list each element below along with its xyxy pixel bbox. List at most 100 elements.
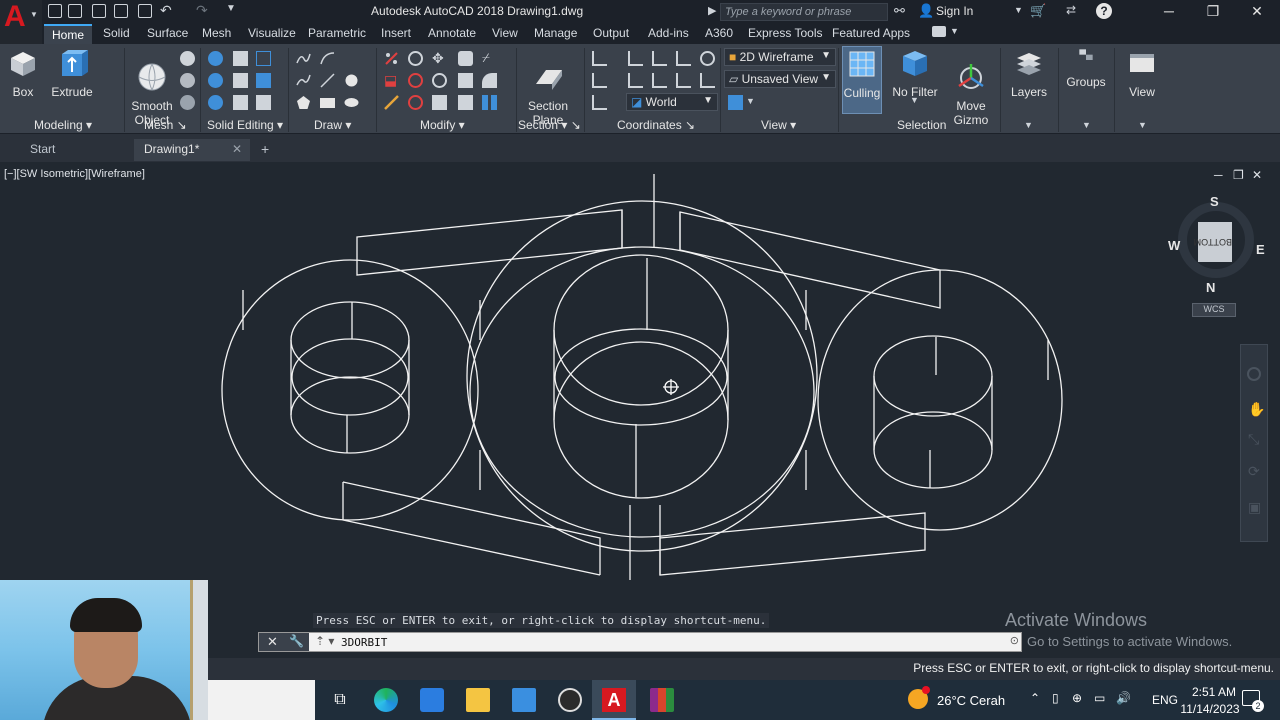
ucs-origin-icon[interactable]: [628, 51, 643, 66]
ucs-y-icon[interactable]: [652, 73, 667, 88]
close-button[interactable]: ✕: [1234, 0, 1280, 24]
tab-a360[interactable]: A360: [705, 24, 733, 44]
stretch-icon[interactable]: ⬓: [384, 73, 399, 88]
arc-icon[interactable]: [320, 51, 335, 66]
tab-manage[interactable]: Manage: [534, 24, 577, 44]
ucs-dropdown[interactable]: ◪ World ▼: [626, 93, 718, 111]
fillet-icon[interactable]: [384, 95, 399, 110]
cart-icon[interactable]: 🛒: [1030, 3, 1046, 19]
box-button[interactable]: Box: [6, 48, 40, 99]
intersect-icon[interactable]: [208, 95, 223, 110]
compass-south[interactable]: S: [1210, 194, 1219, 209]
move-gizmo-button[interactable]: Move Gizmo: [948, 48, 994, 141]
new-file-icon[interactable]: [48, 4, 62, 18]
search-expand-icon[interactable]: ▶: [708, 4, 716, 17]
panel-draw[interactable]: Draw ▾: [314, 118, 351, 134]
user-icon[interactable]: 👤: [918, 3, 934, 19]
erase-icon[interactable]: [458, 51, 473, 66]
ucs-named-icon[interactable]: [592, 95, 607, 110]
no-filter-button[interactable]: No Filter: [890, 48, 940, 99]
autocad-taskbar-button[interactable]: A: [592, 680, 636, 720]
command-customize-icon[interactable]: 🔧: [289, 634, 304, 648]
named-view-dropdown[interactable]: ▱ Unsaved View ▼: [724, 70, 836, 88]
taskbar-search-box[interactable]: [208, 680, 315, 720]
tab-featured-apps[interactable]: Featured Apps: [832, 24, 910, 44]
store-icon[interactable]: [420, 688, 444, 712]
maximize-button[interactable]: ❐: [1190, 0, 1236, 24]
layers-button[interactable]: Layers: [1008, 48, 1050, 99]
array-icon[interactable]: [432, 95, 447, 110]
chamfer-icon[interactable]: [482, 73, 497, 88]
offset-icon[interactable]: [408, 51, 423, 66]
undo-icon[interactable]: ↶: [160, 2, 172, 19]
command-input[interactable]: 3DORBIT: [341, 636, 387, 649]
tab-insert[interactable]: Insert: [381, 24, 411, 44]
save-as-icon[interactable]: [114, 4, 128, 18]
explode-icon[interactable]: [458, 95, 473, 110]
tab-solid[interactable]: Solid: [103, 24, 130, 44]
minimize-button[interactable]: ─: [1146, 0, 1192, 24]
view-button[interactable]: View: [1122, 48, 1162, 99]
command-scroll-icon[interactable]: ⊙: [1010, 634, 1019, 647]
tab-view[interactable]: View: [492, 24, 518, 44]
union-icon[interactable]: [208, 51, 223, 66]
imprint-icon[interactable]: [256, 73, 271, 88]
polyline-icon[interactable]: [296, 51, 311, 66]
ucs-world-icon[interactable]: [592, 73, 607, 88]
steering-wheel-icon[interactable]: [1247, 367, 1261, 381]
spline-icon[interactable]: [296, 73, 311, 88]
winrar-icon[interactable]: [650, 688, 674, 712]
save-icon[interactable]: [92, 4, 106, 18]
separate-icon[interactable]: [256, 95, 271, 110]
ucs-3point-icon[interactable]: [700, 73, 715, 88]
tab-annotate[interactable]: Annotate: [428, 24, 476, 44]
tab-drawing1[interactable]: Drawing1* ✕: [134, 139, 250, 161]
viewcube[interactable]: BOTTOM S W E N: [1168, 194, 1265, 295]
mesh-smooth-less-icon[interactable]: [180, 73, 195, 88]
mesh-refine-icon[interactable]: [180, 95, 195, 110]
edge-icon[interactable]: [374, 688, 398, 712]
showmotion-icon[interactable]: ▣: [1248, 499, 1261, 516]
new-tab-button[interactable]: +: [256, 139, 280, 161]
clock-date[interactable]: 11/14/2023: [1168, 702, 1252, 716]
panel-selection[interactable]: Selection: [897, 118, 946, 134]
exchange-icon[interactable]: ⇄: [1066, 3, 1076, 17]
clock-time[interactable]: 2:51 AM: [1178, 685, 1250, 699]
tab-mesh[interactable]: Mesh: [202, 24, 231, 44]
layers-arrow-icon[interactable]: ▼: [1024, 120, 1033, 130]
tray-chevron-icon[interactable]: ⌃: [1030, 691, 1040, 705]
viewport-config-icon[interactable]: [728, 95, 743, 110]
ellipse-icon[interactable]: [344, 95, 359, 110]
command-line[interactable]: ✕ 🔧 ⇡ ▾ 3DORBIT ⊙: [258, 632, 1022, 652]
sign-in-button[interactable]: Sign In: [936, 4, 973, 18]
pan-icon[interactable]: ✋: [1248, 401, 1265, 418]
help-icon[interactable]: ?: [1096, 3, 1112, 19]
culling-button[interactable]: Culling: [842, 46, 882, 114]
interfere-icon[interactable]: [233, 51, 248, 66]
view-arrow-icon[interactable]: ▼: [1138, 120, 1147, 130]
polygon-icon[interactable]: [296, 95, 311, 110]
extract-edges-icon[interactable]: [256, 51, 271, 66]
rotate-icon[interactable]: [408, 73, 423, 88]
extrude-button[interactable]: Extrude: [50, 48, 94, 99]
grid-array-icon[interactable]: [482, 95, 497, 110]
task-view-icon[interactable]: ⧉: [328, 688, 352, 712]
compass-east[interactable]: E: [1256, 242, 1265, 257]
visual-style-dropdown[interactable]: ■ 2D Wireframe ▼: [724, 48, 836, 66]
compass-west[interactable]: W: [1168, 238, 1180, 253]
viewport-config-arrow-icon[interactable]: ▼: [746, 96, 755, 106]
tab-add-ins[interactable]: Add-ins: [648, 24, 689, 44]
compass-north[interactable]: N: [1206, 280, 1215, 295]
qat-menu-icon[interactable]: ▼: [226, 3, 236, 14]
command-close-icon[interactable]: ✕: [267, 634, 278, 650]
tab-parametric[interactable]: Parametric: [308, 24, 366, 44]
open-file-icon[interactable]: [68, 4, 82, 18]
panel-coordinates[interactable]: Coordinates ↘: [617, 118, 695, 134]
groups-arrow-icon[interactable]: ▼: [1082, 120, 1091, 130]
ribbon-toggle-icon[interactable]: [932, 26, 946, 37]
scale-icon[interactable]: [458, 73, 473, 88]
panel-solid-editing[interactable]: Solid Editing ▾: [207, 118, 283, 134]
move-icon[interactable]: ✥: [432, 51, 447, 66]
viewcube-face[interactable]: BOTTOM: [1194, 222, 1232, 262]
tab-start[interactable]: Start: [20, 139, 134, 161]
